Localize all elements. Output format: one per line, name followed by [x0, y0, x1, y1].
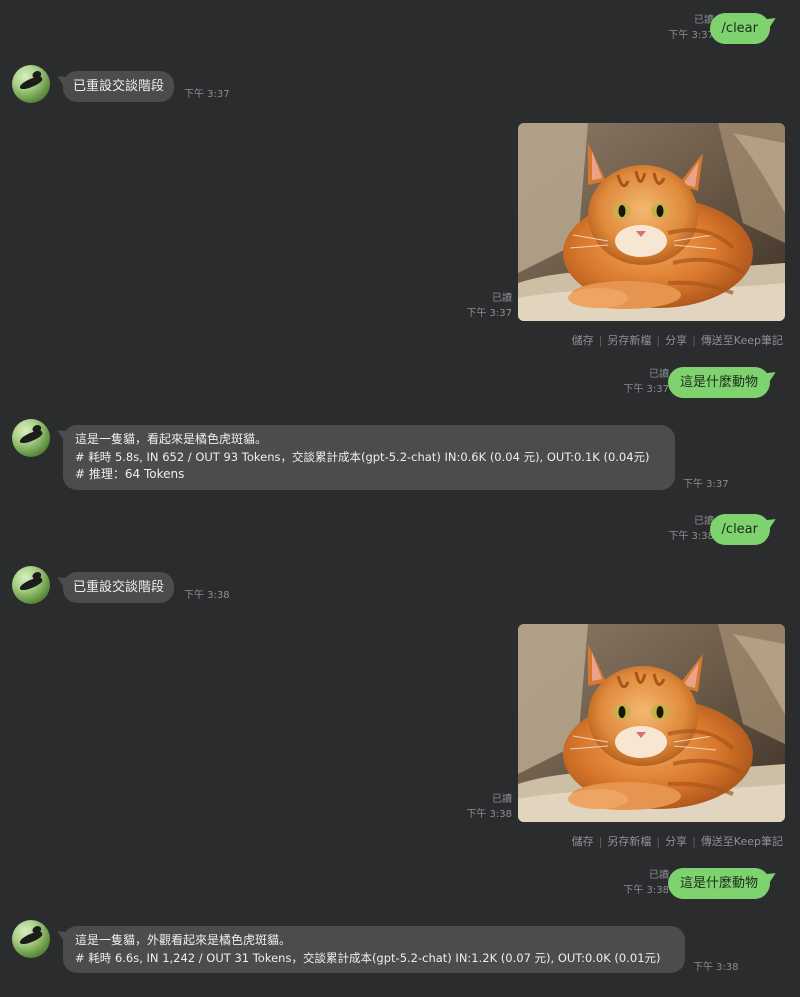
message-time: 下午 3:37 [623, 384, 669, 395]
send-to-keep-action[interactable]: 傳送至Keep筆記 [701, 334, 783, 347]
cat-photo[interactable] [518, 624, 785, 822]
message-row-incoming: 這是一隻貓，外觀看起來是橘色虎斑貓。 # 耗時 6.6s, IN 1,242 /… [0, 919, 800, 979]
message-text: 這是什麼動物 [679, 375, 758, 390]
send-to-keep-action[interactable]: 傳送至Keep筆記 [701, 835, 783, 848]
message-text: 這是什麼動物 [679, 876, 758, 891]
message-line: 這是一隻貓，看起來是橘色虎斑貓。 [75, 432, 268, 446]
message-time: 下午 3:37 [184, 89, 230, 100]
message-time: 下午 3:38 [668, 531, 714, 542]
incoming-message-bubble[interactable]: 已重設交談階段 [63, 572, 175, 603]
bot-avatar[interactable] [12, 920, 50, 958]
message-time: 下午 3:38 [466, 809, 512, 820]
image-actions: 儲存 | 另存新檔 | 分享 | 傳送至Keep筆記 [571, 334, 783, 347]
message-line: 這是一隻貓，外觀看起來是橘色虎斑貓。 [75, 933, 292, 947]
incoming-message-bubble[interactable]: 這是一隻貓，外觀看起來是橘色虎斑貓。 # 耗時 6.6s, IN 1,242 /… [63, 926, 685, 973]
outgoing-message-bubble[interactable]: /clear [709, 13, 770, 44]
message-row-outgoing: 已讀 下午 3:37 /clear [0, 10, 800, 46]
message-text: /clear [721, 522, 758, 537]
bot-avatar[interactable] [12, 566, 50, 604]
bird-icon [18, 74, 44, 92]
message-row-incoming: 已重設交談階段 下午 3:37 [0, 64, 800, 106]
bird-icon [18, 428, 44, 446]
message-time: 下午 3:37 [683, 479, 729, 490]
message-time: 下午 3:38 [623, 885, 669, 896]
share-action[interactable]: 分享 [665, 334, 687, 347]
message-row-outgoing: 已讀 下午 3:37 這是什麼動物 [0, 364, 800, 400]
message-line: 已重設交談階段 [73, 580, 165, 595]
incoming-message-bubble[interactable]: 這是一隻貓，看起來是橘色虎斑貓。 # 耗時 5.8s, IN 652 / OUT… [63, 425, 675, 490]
message-row-outgoing: 已讀 下午 3:38 這是什麼動物 [0, 865, 800, 901]
read-status: 已讀 [649, 870, 669, 881]
message-row-image: 已讀 下午 3:38 儲存 | 另存新檔 | 分享 | 傳送至Keep筆記 [0, 623, 800, 853]
incoming-message-bubble[interactable]: 已重設交談階段 [63, 71, 175, 102]
message-time: 下午 3:37 [466, 308, 512, 319]
read-status: 已讀 [492, 794, 512, 805]
message-row-image: 已讀 下午 3:37 儲存 | 另存新檔 | 分享 | 傳送至Keep筆記 [0, 122, 800, 352]
bot-avatar[interactable] [12, 419, 50, 457]
image-actions: 儲存 | 另存新檔 | 分享 | 傳送至Keep筆記 [571, 835, 783, 848]
bird-icon [18, 575, 44, 593]
save-as-action[interactable]: 另存新檔 [607, 835, 651, 848]
message-row-incoming: 這是一隻貓，看起來是橘色虎斑貓。 # 耗時 5.8s, IN 652 / OUT… [0, 418, 800, 498]
read-status: 已讀 [492, 293, 512, 304]
message-time: 下午 3:37 [668, 30, 714, 41]
cat-photo[interactable] [518, 123, 785, 321]
message-time: 下午 3:38 [693, 962, 739, 973]
bird-icon [18, 929, 44, 947]
share-action[interactable]: 分享 [665, 835, 687, 848]
save-action[interactable]: 儲存 [572, 835, 594, 848]
bot-avatar[interactable] [12, 65, 50, 103]
save-action[interactable]: 儲存 [572, 334, 594, 347]
message-text: /clear [721, 21, 758, 36]
message-line: # 耗時 6.6s, IN 1,242 / OUT 31 Tokens，交談累計… [75, 950, 661, 965]
message-line: 已重設交談階段 [73, 79, 165, 94]
message-line: # 推理：64 Tokens [75, 467, 185, 481]
message-time: 下午 3:38 [184, 590, 230, 601]
message-row-incoming: 已重設交談階段 下午 3:38 [0, 565, 800, 607]
outgoing-message-bubble[interactable]: /clear [709, 514, 770, 545]
message-line: # 耗時 5.8s, IN 652 / OUT 93 Tokens，交談累計成本… [75, 449, 650, 464]
message-row-outgoing: 已讀 下午 3:38 /clear [0, 511, 800, 547]
outgoing-message-bubble[interactable]: 這是什麼動物 [667, 868, 770, 899]
outgoing-message-bubble[interactable]: 這是什麼動物 [667, 367, 770, 398]
read-status: 已讀 [649, 369, 669, 380]
save-as-action[interactable]: 另存新檔 [607, 334, 651, 347]
